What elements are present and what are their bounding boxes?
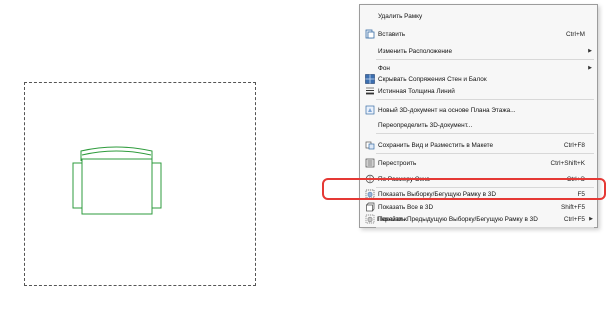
menu-item-label: Перестроить (378, 160, 417, 167)
menu-item-label: Новый 3D-документ на основе Плана Этажа.… (378, 107, 516, 114)
menu-item-label: Фон (378, 65, 390, 72)
armchair-symbol[interactable] (72, 143, 162, 217)
menu-separator (376, 153, 594, 154)
menu-item-change-location[interactable]: Изменить Расположение ▶ (360, 45, 597, 57)
menu-item-label: Скрывать Сопряжения Стен и Балок (378, 76, 487, 83)
hide-junctions-icon (364, 74, 375, 84)
annotation-highlight-box (322, 178, 606, 200)
menu-item-go-to[interactable]: Перейти к ▶ (359, 213, 598, 225)
menu-item-shortcut: Shift+F5 (561, 204, 585, 211)
menu-item-paste[interactable]: Вставить Ctrl+M (360, 28, 597, 40)
menu-separator (376, 227, 594, 228)
save-view-icon (364, 140, 375, 150)
menu-item-show-all-3d[interactable]: Показать Все в 3D Shift+F5 (360, 201, 597, 213)
menu-item-shortcut: Ctrl+F8 (563, 142, 585, 149)
submenu-arrow-icon: ▶ (588, 65, 592, 71)
menu-item-delete-frame[interactable]: Удалить Рамку (360, 10, 597, 22)
menu-item-shortcut: Ctrl+M (566, 31, 585, 38)
menu-item-shortcut: Ctrl+Shift+K (550, 160, 585, 167)
new-3d-document-icon (364, 105, 375, 115)
menu-item-rebuild[interactable]: Перестроить Ctrl+Shift+K (360, 157, 597, 169)
menu-separator (376, 133, 594, 134)
menu-item-label: Переопределить 3D-документ... (378, 122, 473, 129)
menu-item-label: Сохранить Вид и Разместить в Макете (378, 142, 494, 149)
menu-separator (376, 59, 594, 60)
menu-item-new-3d-document[interactable]: Новый 3D-документ на основе Плана Этажа.… (360, 104, 597, 116)
submenu-arrow-icon: ▶ (589, 216, 593, 222)
menu-item-true-line-weight[interactable]: Истинная Толщина Линий (360, 85, 597, 97)
show-all-3d-icon (364, 202, 375, 212)
menu-item-label: Удалить Рамку (378, 13, 423, 20)
menu-item-save-view[interactable]: Сохранить Вид и Разместить в Макете Ctrl… (360, 139, 597, 151)
rebuild-icon (364, 158, 375, 168)
menu-item-label: Изменить Расположение (378, 48, 453, 55)
menu-item-label: Истинная Толщина Линий (378, 88, 455, 95)
menu-item-redefine-3d-document[interactable]: Переопределить 3D-документ... (360, 119, 597, 131)
menu-item-label: Вставить (378, 31, 406, 38)
paste-icon (364, 29, 375, 39)
menu-item-label: Показать Все в 3D (378, 204, 434, 211)
menu-item-label: Перейти к (377, 216, 407, 223)
line-weight-icon (364, 86, 375, 96)
menu-item-hide-junctions[interactable]: Скрывать Сопряжения Стен и Балок (360, 73, 597, 85)
menu-separator (376, 99, 594, 100)
submenu-arrow-icon: ▶ (588, 48, 592, 54)
